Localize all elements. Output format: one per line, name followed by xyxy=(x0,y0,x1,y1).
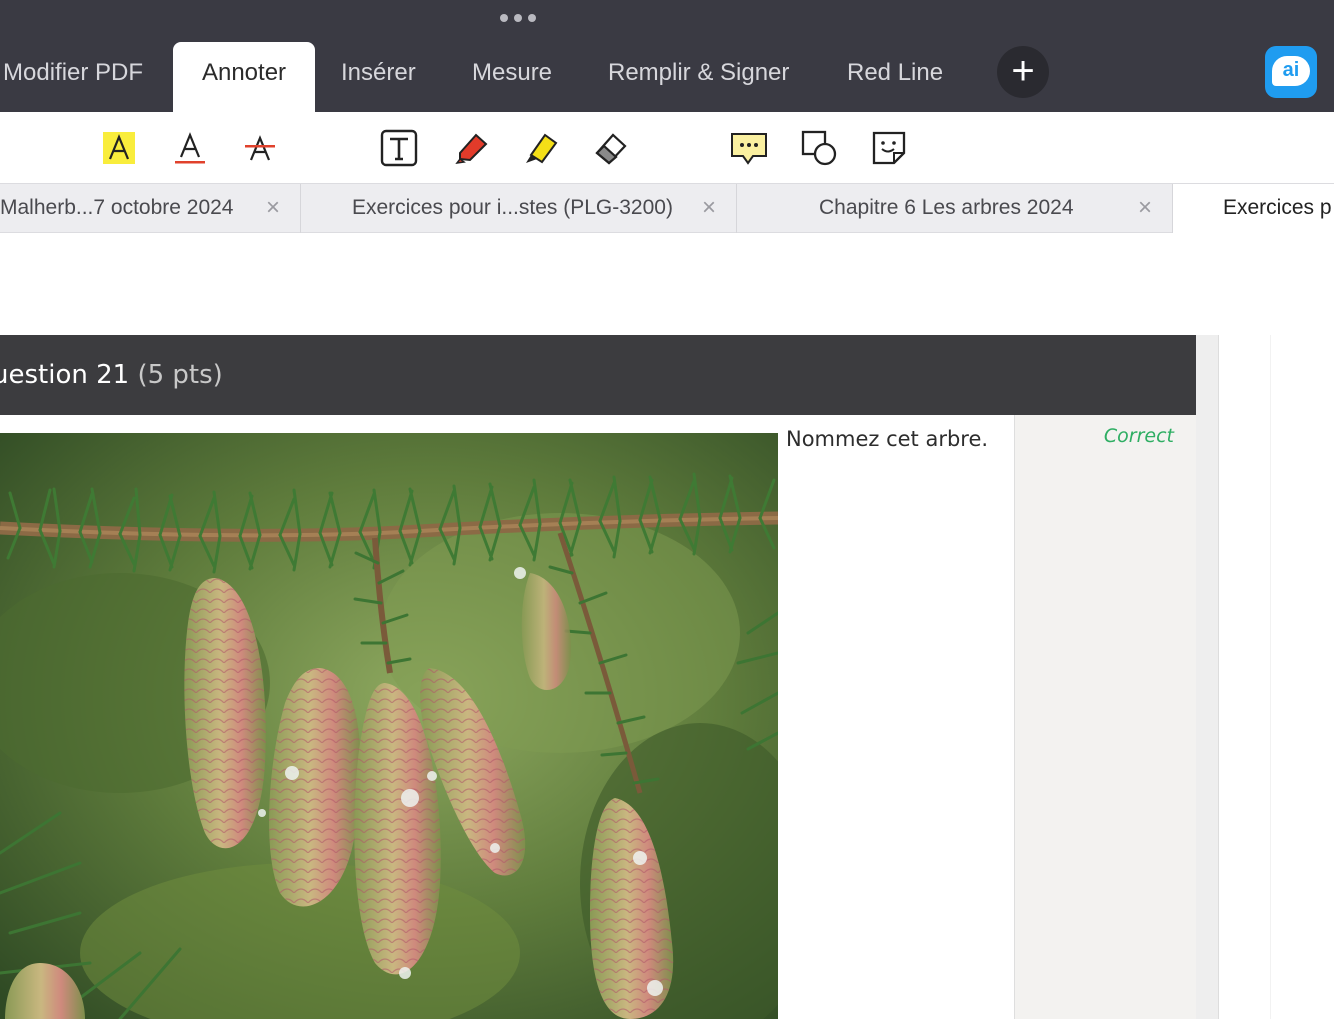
ai-assistant-button[interactable]: ai xyxy=(1265,46,1317,98)
top-bar: Modifier PDF Annoter Insérer Mesure Remp… xyxy=(0,0,1334,112)
eraser-icon[interactable] xyxy=(588,126,632,170)
question-points: (5 pts) xyxy=(137,360,223,390)
sticker-icon[interactable] xyxy=(867,126,911,170)
question-header: uestion 21 (5 pts) xyxy=(0,335,1196,415)
question-title: uestion 21 xyxy=(0,360,130,390)
ai-icon: ai xyxy=(1272,56,1310,86)
close-tab-icon[interactable]: × xyxy=(266,184,280,233)
text-strikethrough-icon[interactable] xyxy=(238,126,282,170)
document-tab[interactable]: Chapitre 6 Les arbres 2024 xyxy=(819,184,1074,233)
add-tool-button[interactable]: + xyxy=(997,46,1049,98)
tab-inserer[interactable]: Insérer xyxy=(341,42,416,112)
tab-modifier-pdf[interactable]: Modifier PDF xyxy=(3,42,143,112)
pen-icon[interactable] xyxy=(449,126,493,170)
annotation-toolbar xyxy=(0,112,1334,183)
tab-mesure[interactable]: Mesure xyxy=(472,42,552,112)
tree-photo xyxy=(0,433,778,1019)
text-highlight-icon[interactable] xyxy=(97,126,141,170)
document-tab[interactable]: Exercices pour i...stes (PLG-3200) xyxy=(352,184,673,233)
status-badge: Correct xyxy=(1103,425,1174,447)
page-edge xyxy=(1270,335,1271,1019)
question-prompt: Nommez cet arbre. xyxy=(786,427,989,451)
document-tab-bar: Malherb...7 octobre 2024 × Exercices pou… xyxy=(0,183,1334,233)
question-body: Nommez cet arbre. Correct xyxy=(0,415,1196,1019)
answer-column: Correct xyxy=(1014,415,1196,1019)
text-underline-icon[interactable] xyxy=(168,126,212,170)
document-tab[interactable]: Malherb...7 octobre 2024 xyxy=(0,184,233,233)
tab-red-line[interactable]: Red Line xyxy=(847,42,943,112)
window-grab-handle[interactable] xyxy=(500,14,536,24)
shapes-icon[interactable] xyxy=(797,126,841,170)
comment-icon[interactable] xyxy=(727,126,771,170)
tab-annoter[interactable]: Annoter xyxy=(173,42,315,112)
tab-divider xyxy=(736,184,737,233)
text-box-icon[interactable] xyxy=(377,126,421,170)
close-tab-icon[interactable]: × xyxy=(1138,184,1152,233)
highlighter-icon[interactable] xyxy=(519,126,563,170)
document-tab-active[interactable]: Exercices p xyxy=(1173,184,1334,233)
tab-remplir-signer[interactable]: Remplir & Signer xyxy=(608,42,789,112)
page-margin xyxy=(1196,335,1219,1019)
tab-divider xyxy=(300,184,301,233)
close-tab-icon[interactable]: × xyxy=(702,184,716,233)
pdf-page: uestion 21 (5 pts) Nommez cet arbre. Cor… xyxy=(0,233,1334,1019)
